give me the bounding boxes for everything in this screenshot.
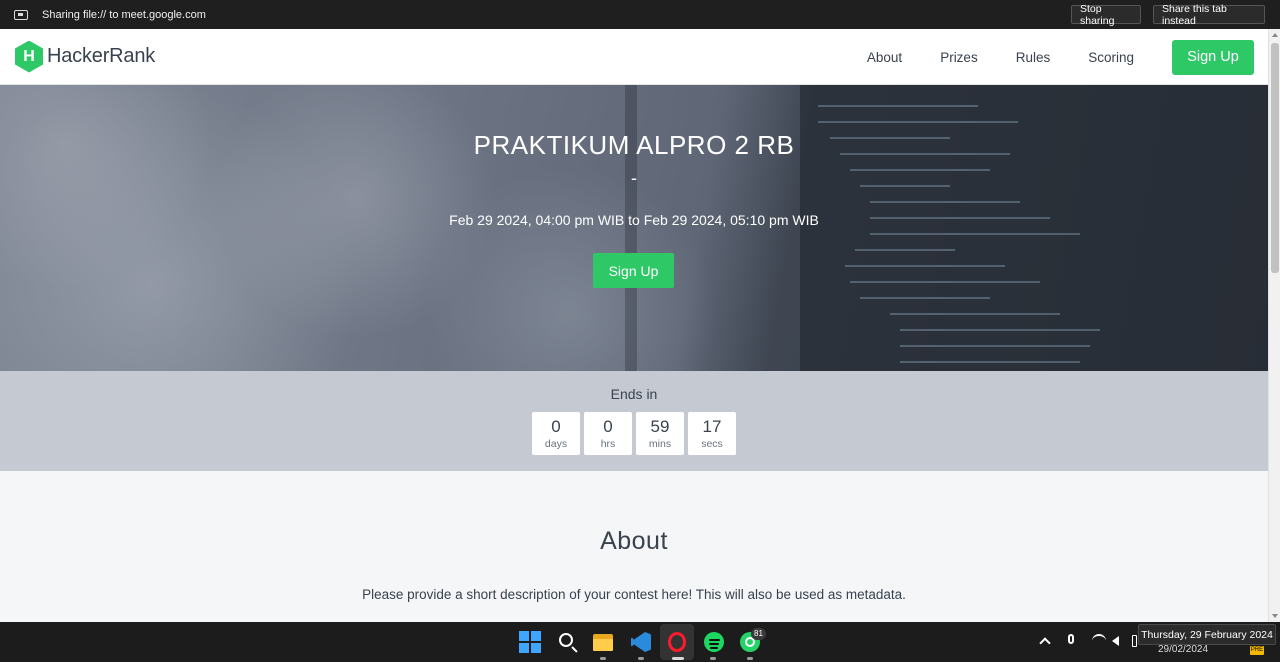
countdown-days-unit: days	[544, 438, 568, 450]
contest-hero-banner: PRAKTIKUM ALPRO 2 RB - Feb 29 2024, 04:0…	[0, 85, 1268, 371]
microphone-icon[interactable]	[1068, 634, 1074, 644]
scrollbar-thumb[interactable]	[1271, 43, 1279, 273]
countdown-section: Ends in 0 days 0 hrs 59 mins 17 secs	[0, 371, 1268, 471]
windows-start-icon[interactable]	[519, 631, 541, 653]
about-heading: About	[600, 527, 668, 555]
nav-link-about[interactable]: About	[867, 50, 902, 65]
site-header: H HackerRank About Prizes Rules Scoring …	[0, 29, 1268, 85]
countdown-seconds-unit: secs	[701, 438, 723, 450]
file-explorer-icon[interactable]	[593, 631, 615, 653]
about-description: Please provide a short description of yo…	[362, 587, 906, 602]
countdown-minutes-box: 59 mins	[636, 412, 684, 455]
screen-share-icon	[14, 9, 28, 20]
nav-link-scoring[interactable]: Scoring	[1088, 50, 1134, 65]
logo-text: HackerRank	[47, 45, 156, 67]
scroll-down-arrow-icon[interactable]	[1272, 614, 1278, 618]
countdown-timer: 0 days 0 hrs 59 mins 17 secs	[532, 412, 740, 455]
hero-signup-button[interactable]: Sign Up	[593, 253, 674, 288]
active-indicator	[672, 657, 684, 660]
opera-browser-icon[interactable]	[666, 631, 688, 653]
running-indicator	[600, 657, 606, 660]
screen-share-bar: Sharing file:// to meet.google.com Stop …	[0, 0, 1280, 29]
countdown-minutes-value: 59	[650, 417, 670, 436]
nav-link-rules[interactable]: Rules	[1016, 50, 1051, 65]
share-this-tab-button[interactable]: Share this tab instead	[1153, 3, 1265, 27]
contest-title: PRAKTIKUM ALPRO 2 RB	[473, 130, 795, 160]
countdown-hours-value: 0	[603, 417, 613, 436]
preview-badge: PRE	[1250, 646, 1264, 655]
sharing-status-text: Sharing file:// to meet.google.com	[42, 8, 206, 21]
page-scrollbar[interactable]	[1268, 29, 1280, 622]
countdown-seconds-value: 17	[702, 417, 722, 436]
hackerrank-logo[interactable]: H HackerRank	[15, 40, 156, 73]
vscode-icon[interactable]	[630, 631, 652, 653]
search-icon[interactable]	[557, 631, 579, 653]
nav-link-prizes[interactable]: Prizes	[940, 50, 978, 65]
running-indicator	[710, 657, 716, 660]
nav-links: About Prizes Rules Scoring Sign Up	[867, 29, 1268, 85]
running-indicator	[638, 657, 644, 660]
countdown-hours-unit: hrs	[600, 438, 616, 450]
countdown-label: Ends in	[610, 386, 658, 402]
countdown-days-box: 0 days	[532, 412, 580, 455]
spotify-icon[interactable]	[703, 631, 725, 653]
hackerrank-logo-icon: H	[15, 40, 43, 73]
scroll-up-arrow-icon[interactable]	[1272, 33, 1278, 37]
running-indicator	[747, 657, 753, 660]
stop-sharing-button[interactable]: Stop sharing	[1071, 3, 1141, 27]
countdown-hours-box: 0 hrs	[584, 412, 632, 455]
speaker-icon[interactable]	[1112, 636, 1119, 646]
contest-date-range: Feb 29 2024, 04:00 pm WIB to Feb 29 2024…	[449, 212, 819, 228]
windows-taskbar: 29/02/2024 PRE	[0, 622, 1280, 662]
taskbar-clock-date[interactable]: 29/02/2024	[1158, 644, 1208, 655]
date-tooltip: Thursday, 29 February 2024	[1138, 624, 1276, 645]
hero-background-code-screen	[800, 85, 1268, 371]
battery-icon[interactable]	[1132, 635, 1137, 647]
contest-subtitle: -	[631, 168, 637, 188]
wifi-icon[interactable]	[1092, 634, 1106, 648]
header-signup-button[interactable]: Sign Up	[1172, 39, 1254, 75]
whatsapp-notification-badge: 81	[751, 628, 766, 640]
about-section: About Please provide a short description…	[0, 471, 1268, 622]
hero-background-monitor-edge	[625, 85, 637, 371]
countdown-seconds-box: 17 secs	[688, 412, 736, 455]
countdown-days-value: 0	[551, 417, 561, 436]
show-hidden-icons-chevron-icon[interactable]	[1039, 637, 1051, 649]
countdown-minutes-unit: mins	[648, 438, 672, 450]
